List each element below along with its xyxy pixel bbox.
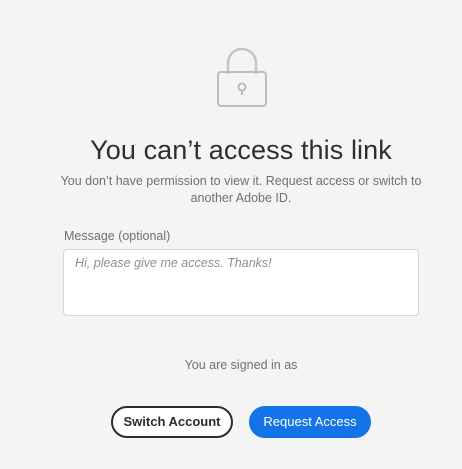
lock-icon [216, 44, 268, 108]
page-title: You can’t access this link [90, 135, 392, 165]
page-subtitle: You don’t have permission to view it. Re… [60, 174, 422, 205]
message-label: Message (optional) [64, 229, 171, 243]
switch-account-button[interactable]: Switch Account [111, 406, 233, 438]
signed-in-text: You are signed in as [184, 358, 298, 372]
message-input[interactable] [63, 249, 419, 316]
request-access-button[interactable]: Request Access [249, 406, 371, 438]
access-denied-page: You can’t access this link You don’t hav… [0, 0, 462, 469]
